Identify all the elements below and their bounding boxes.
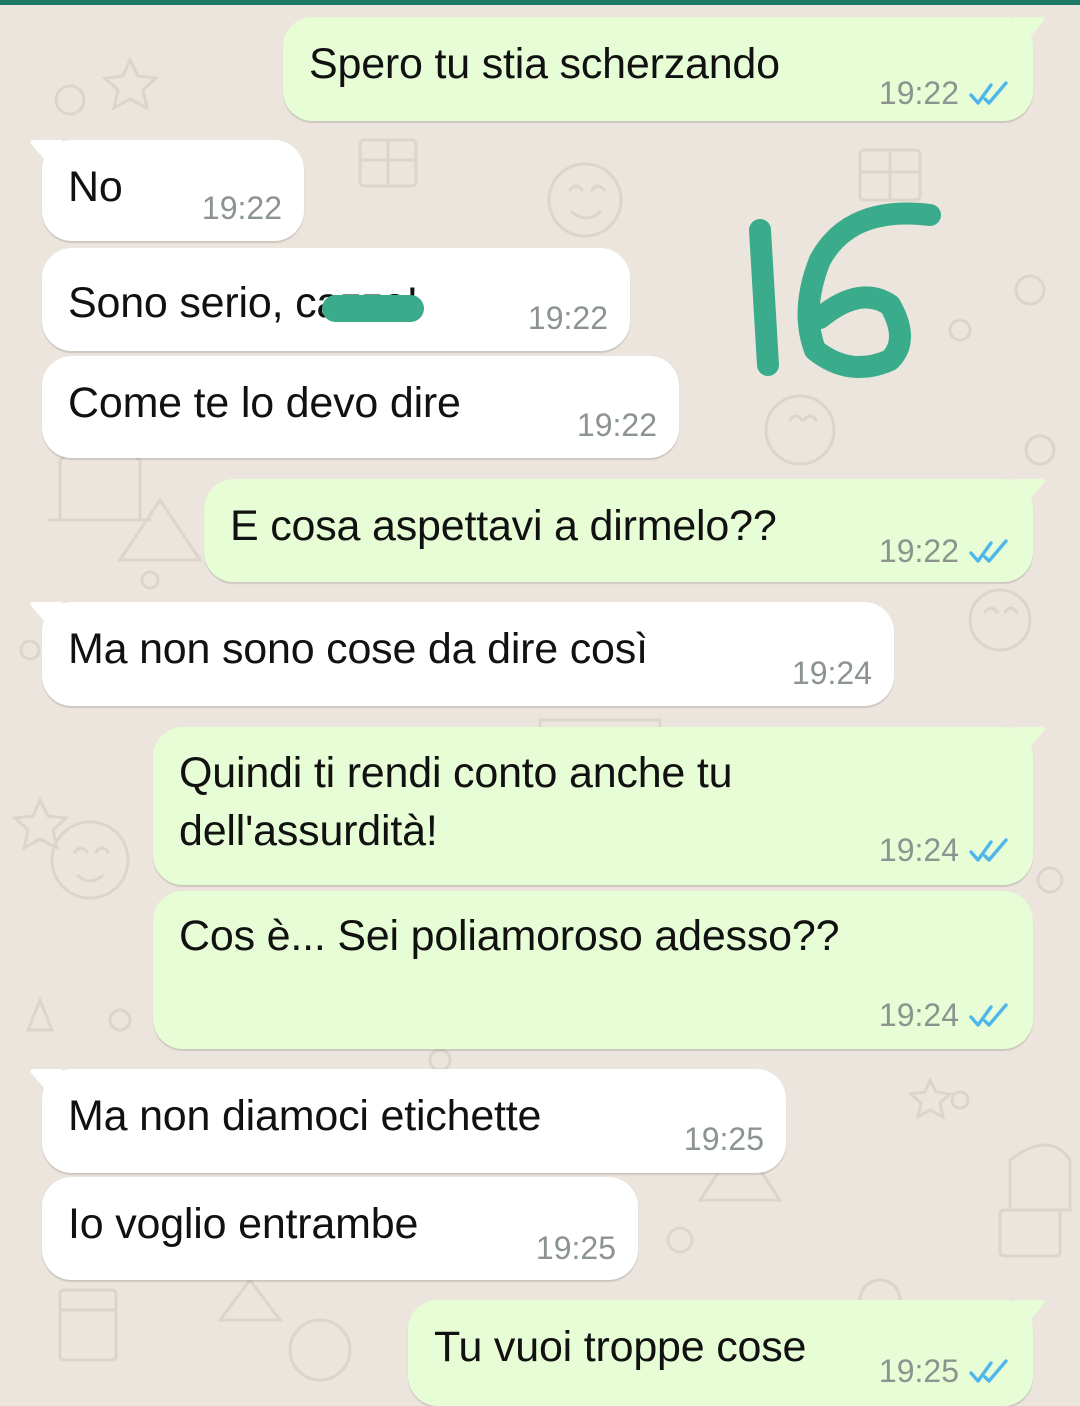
handwritten-annotation-16 (749, 202, 941, 379)
message-text: Spero tu stia scherzando (309, 40, 780, 88)
message-text: No (68, 163, 123, 211)
message-text: Ma non sono cose da dire così (68, 625, 648, 673)
outgoing-message-bubble[interactable]: Cos è... Sei poliamoroso adesso?? 19:24 (153, 891, 1033, 1049)
message-timestamp: 19:25 (535, 1230, 616, 1266)
incoming-message-bubble[interactable]: Io voglio entrambe 19:25 (42, 1177, 638, 1280)
bubble-tail (1013, 17, 1045, 45)
incoming-message-bubble[interactable]: Come te lo devo dire 19:22 (42, 356, 679, 458)
bubble-tail (30, 140, 62, 168)
message-text: Io voglio entrambe (68, 1200, 419, 1248)
double-check-read-icon (969, 1358, 1008, 1383)
message-meta: 19:22 (202, 190, 282, 227)
message-meta: 19:25 (536, 1230, 616, 1267)
message-timestamp: 19:22 (576, 407, 657, 443)
incoming-message-bubble[interactable]: Ma non sono cose da dire così 19:24 (30, 602, 894, 706)
incoming-message-bubble[interactable]: Ma non diamoci etichette 19:25 (30, 1069, 786, 1173)
outgoing-message-bubble[interactable]: Quindi ti rendi conto anche tu dell'assu… (153, 727, 1045, 885)
message-meta: 19:25 (684, 1121, 764, 1158)
message-meta: 19:22 (879, 75, 1011, 112)
bubble-tail (30, 1069, 62, 1097)
incoming-message-bubble[interactable]: No 19:22 (30, 140, 304, 241)
double-check-read-icon (969, 837, 1008, 862)
message-meta: 19:25 (879, 1353, 1011, 1390)
double-check-read-icon (969, 538, 1008, 563)
message-meta: 19:24 (792, 655, 872, 692)
message-text: Ma non diamoci etichette (68, 1092, 542, 1140)
message-text: Tu vuoi troppe cose (434, 1323, 807, 1371)
double-check-read-icon (969, 80, 1008, 105)
message-meta: 19:22 (879, 533, 1011, 570)
message-meta: 19:24 (879, 997, 1011, 1034)
message-timestamp: 19:24 (878, 997, 959, 1033)
message-text: Cos è... Sei poliamoroso adesso?? (179, 912, 840, 960)
double-check-read-icon (969, 1002, 1008, 1027)
bubble-tail (30, 602, 62, 630)
message-timestamp: 19:24 (878, 832, 959, 868)
outgoing-message-bubble[interactable]: E cosa aspettavi a dirmelo?? 19:22 (204, 479, 1045, 582)
bubble-tail (1013, 727, 1045, 755)
message-timestamp: 19:22 (201, 190, 282, 226)
message-timestamp: 19:25 (683, 1121, 764, 1157)
message-timestamp: 19:22 (878, 75, 959, 111)
message-meta: 19:22 (577, 407, 657, 444)
message-text: E cosa aspettavi a dirmelo?? (230, 502, 777, 550)
bubble-tail (1013, 1300, 1045, 1328)
outgoing-message-bubble[interactable]: Tu vuoi troppe cose 19:25 (408, 1300, 1045, 1406)
message-timestamp: 19:24 (791, 655, 872, 691)
message-timestamp: 19:22 (878, 533, 959, 569)
message-timestamp: 19:22 (527, 300, 608, 336)
message-meta: 19:24 (879, 832, 1011, 869)
outgoing-message-bubble[interactable]: Spero tu stia scherzando 19:22 (283, 17, 1045, 121)
message-meta: 19:22 (528, 300, 608, 337)
redaction-mark (322, 295, 424, 322)
message-text: Come te lo devo dire (68, 379, 461, 427)
bubble-tail (1013, 479, 1045, 507)
message-timestamp: 19:25 (878, 1353, 959, 1389)
message-text: Quindi ti rendi conto anche tu dell'assu… (179, 749, 733, 855)
